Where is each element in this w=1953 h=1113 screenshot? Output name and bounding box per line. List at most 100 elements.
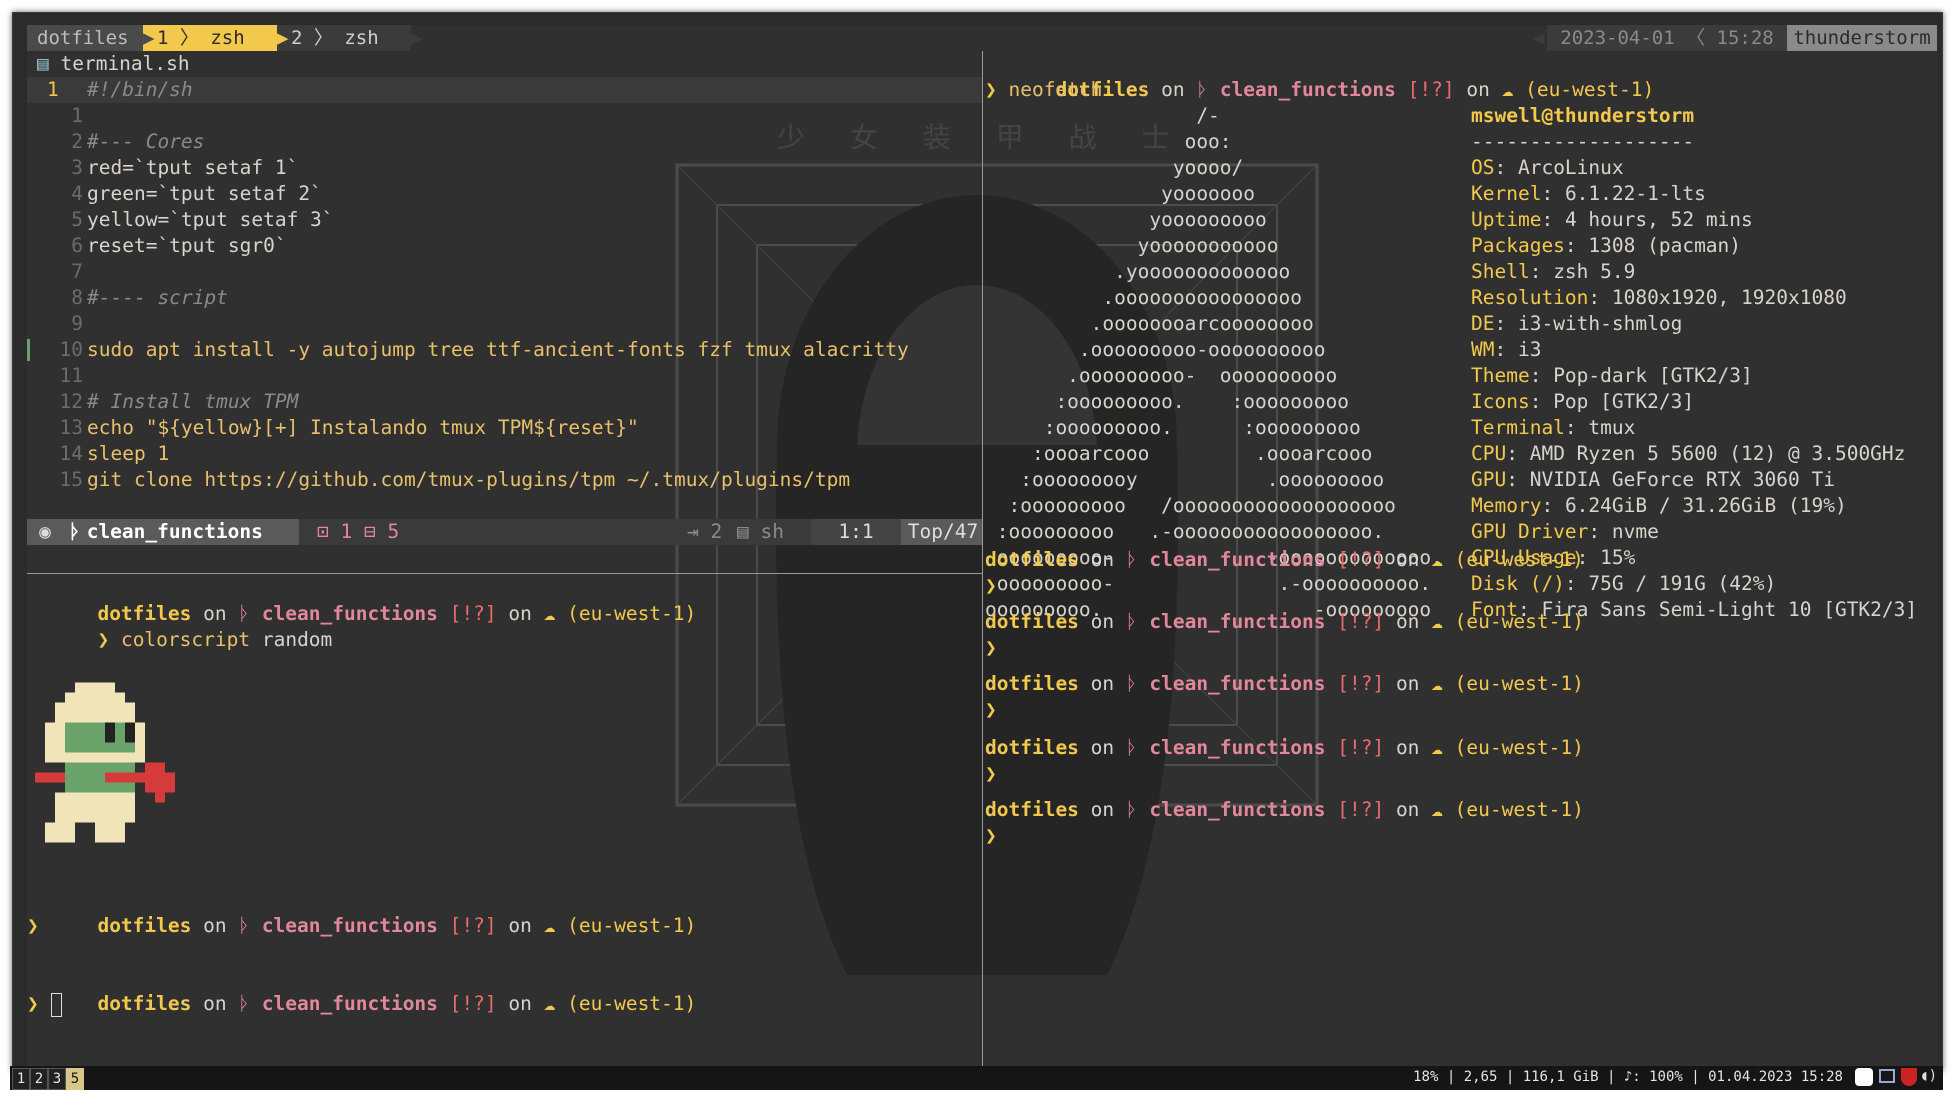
info-row: Packages: 1308 (pacman): [1471, 234, 1742, 257]
tmux-terminal[interactable]: 少 女 装 甲 战 士 dotfiles ▶ 1 〉 zsh ▶ 2 〉 zsh…: [27, 25, 1937, 1070]
git-branch-icon: ᚦ: [1125, 736, 1138, 759]
line-number: 10: [59, 338, 83, 361]
info-row: Uptime: 4 hours, 52 mins: [1471, 208, 1753, 231]
line-number: 3: [71, 156, 83, 179]
info-key: OS: [1471, 156, 1495, 179]
editor-filename: ▤ terminal.sh: [37, 52, 190, 75]
ascii-line: .ooooooooo-oooooooooo: [985, 338, 1326, 361]
workspace-button[interactable]: 1: [12, 1068, 30, 1090]
command-line[interactable]: ❯: [27, 991, 62, 1017]
info-key: Uptime: [1471, 208, 1542, 231]
info-value: 1308 (pacman): [1588, 234, 1742, 257]
info-row: Resolution: 1080x1920, 1920x1080: [1471, 286, 1847, 309]
ascii-line: :oooarcooo .oooarcooo: [985, 442, 1373, 465]
info-key: Disk (/): [1471, 572, 1565, 595]
git-branch-icon: ᚦ: [1125, 672, 1138, 695]
tmux-session-name: dotfiles: [27, 25, 143, 51]
info-key: GPU Driver: [1471, 520, 1589, 543]
code-line: 1 #!/bin/sh: [27, 77, 982, 103]
info-key: DE: [1471, 312, 1495, 335]
i3-status: 18% | 2,65 | 116,1 GiB | ♪: 100% | 01.04…: [1413, 1069, 1843, 1085]
code-line: 11: [27, 363, 87, 389]
info-key: Icons: [1471, 390, 1530, 413]
mode-indicator-icon: ◉: [27, 519, 63, 545]
info-value: tmux: [1588, 416, 1636, 439]
line-number: 9: [71, 312, 83, 335]
ascii-line: yooooooooo: [985, 208, 1267, 231]
command-line: ❯: [27, 914, 39, 937]
i3-bar: 1235 18% | 2,65 | 116,1 GiB | ♪: 100% | …: [10, 1066, 1943, 1090]
volume-icon[interactable]: ◖): [1920, 1068, 1937, 1084]
info-key: Packages: [1471, 234, 1565, 257]
powerline-separator-icon: ▶: [277, 25, 291, 51]
line-number: 12: [59, 390, 83, 413]
prompt-line: dotfiles on ᚦ clean_functions [!?] on ☁ …: [97, 992, 697, 1015]
shield-icon[interactable]: [1901, 1068, 1917, 1086]
network-icon[interactable]: [1879, 1069, 1895, 1083]
git-branch: ᚦ clean_functions: [63, 519, 299, 545]
discord-icon[interactable]: [1855, 1068, 1873, 1086]
cloud-icon: ☁: [1431, 548, 1443, 571]
ascii-line: yoooo/: [985, 156, 1244, 179]
info-row: GPU: NVIDIA GeForce RTX 3060 Ti: [1471, 468, 1835, 491]
ascii-line: :ooooooooo /ooooooooooooooooooo: [985, 494, 1396, 517]
info-row: Theme: Pop-dark [GTK2/3]: [1471, 364, 1753, 387]
diagnostics: ⊡ 1 ⊟ 5: [317, 520, 400, 543]
tmux-hostname: thunderstorm: [1787, 25, 1937, 51]
left-shell-pane[interactable]: dotfiles on ᚦ clean_functions [!?] on ☁ …: [27, 575, 982, 1070]
git-branch-icon: ᚦ: [1125, 548, 1138, 571]
powerline-separator-icon: ▶: [143, 25, 157, 51]
tmux-window-1[interactable]: 1 〉 zsh: [157, 25, 277, 51]
tmux-window-2[interactable]: 2 〉 zsh: [291, 25, 411, 51]
info-key: WM: [1471, 338, 1495, 361]
workspace-button[interactable]: 5: [66, 1068, 84, 1090]
file-icon: ▤: [37, 52, 61, 75]
info-row: GPU Driver: nvme: [1471, 520, 1659, 543]
code-text: reset=`tput sgr0`: [87, 234, 287, 257]
command-line: ❯ colorscript random: [97, 628, 333, 651]
tmux-datetime: 2023-04-01 〈 15:28: [1547, 25, 1787, 51]
editor-pane[interactable]: ▤ terminal.sh 1 #!/bin/sh 1 2 #--- Cores 3 red…: [27, 51, 982, 571]
info-key: Kernel: [1471, 182, 1542, 205]
tmux-status-line: dotfiles ▶ 1 〉 zsh ▶ 2 〉 zsh ▶ ◀ 2023-04…: [27, 25, 1937, 51]
ascii-line: .yooooooooooooo: [985, 260, 1291, 283]
scroll-position: Top/47: [901, 519, 982, 545]
cloud-icon: ☁: [543, 602, 556, 625]
info-key: Resolution: [1471, 286, 1589, 309]
pane-divider-vertical[interactable]: [982, 51, 983, 1070]
ascii-line: :ooooooooo .-ooooooooooooooooo.: [985, 520, 1385, 543]
code-text: green=`tput setaf 2`: [87, 182, 322, 205]
info-row: Disk (/): 75G / 191G (42%): [1471, 572, 1777, 595]
line-number: 1: [71, 104, 83, 127]
command-line: ❯: [985, 762, 997, 785]
command-line: ❯: [985, 636, 997, 659]
code-line: 2 #--- Cores: [27, 129, 204, 155]
code-text: #!/bin/sh: [87, 78, 193, 101]
right-shell-pane[interactable]: dotfiles on ᚦ clean_functions [!?] on ☁ …: [985, 51, 1937, 1070]
info-value: NVIDIA GeForce RTX 3060 Ti: [1529, 468, 1835, 491]
code-text: sudo apt install -y autojump tree ttf-an…: [87, 338, 909, 361]
workspace-button[interactable]: 3: [48, 1068, 66, 1090]
prompt-line: dotfiles on ᚦ clean_functions [!?] on ☁ …: [97, 602, 697, 625]
code-text: #--- Cores: [87, 130, 205, 153]
info-value: i3: [1517, 338, 1542, 361]
prompt-line: dotfiles on ᚦ clean_functions [!?] on ☁ …: [985, 548, 1584, 571]
info-value: Pop [GTK2/3]: [1553, 390, 1695, 413]
git-branch-icon: ᚦ: [1125, 798, 1138, 821]
git-branch-icon: ᚦ: [69, 520, 81, 543]
code-line: 5 yellow=`tput setaf 3`: [27, 207, 333, 233]
ascii-line: .oooooooooooooooo: [985, 286, 1302, 309]
info-key: Terminal: [1471, 416, 1565, 439]
info-key: Theme: [1471, 364, 1530, 387]
code-text: red=`tput setaf 1`: [87, 156, 299, 179]
pane-divider-horizontal[interactable]: [27, 573, 982, 574]
ascii-line: /-: [985, 104, 1220, 127]
code-line: 7: [27, 259, 87, 285]
cursor-position: 1:1: [811, 519, 901, 545]
workspace-button[interactable]: 2: [30, 1068, 48, 1090]
command-line: ❯ neofetch: [985, 78, 1103, 101]
prompt-line: dotfiles on ᚦ clean_functions [!?] on ☁ …: [985, 798, 1584, 821]
line-number: 13: [59, 416, 83, 439]
code-line: 12 # Install tmux TPM: [27, 389, 299, 415]
